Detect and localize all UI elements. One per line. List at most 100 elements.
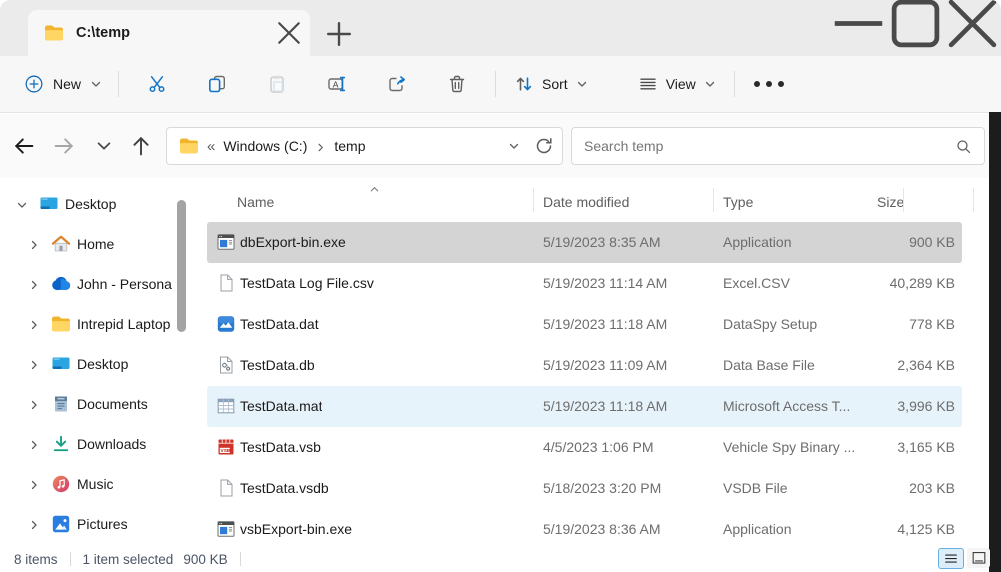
file-size: 3,996 KB	[897, 386, 955, 427]
file-row[interactable]: TestData.dat 5/19/2023 11:18 AM DataSpy Se…	[207, 304, 962, 345]
address-dropdown-icon[interactable]	[508, 140, 520, 152]
file-row[interactable]: TestData.db5/19/2023 11:09 AMData Base F…	[207, 345, 962, 386]
file-type: DataSpy Setup	[723, 304, 891, 345]
file-row[interactable]: dbExport-bin.exe5/19/2023 8:35 AMApplica…	[207, 222, 962, 263]
chevron-down-icon[interactable]	[16, 198, 28, 210]
folder-icon	[179, 136, 199, 156]
view-button-label: View	[666, 76, 696, 92]
search-box[interactable]	[571, 127, 985, 165]
column-header-name[interactable]: Name	[237, 194, 274, 210]
tab-close-icon[interactable]	[276, 20, 302, 46]
column-header-date-modified[interactable]: Date modified	[543, 194, 629, 210]
chevron-right-icon[interactable]	[28, 318, 40, 330]
column-divider[interactable]	[713, 188, 714, 212]
table-icon	[216, 396, 236, 416]
share-button[interactable]	[375, 64, 419, 104]
chevron-right-icon[interactable]	[28, 278, 40, 290]
view-button[interactable]: View	[628, 66, 726, 102]
database-icon	[216, 355, 236, 375]
file-date-modified: 5/19/2023 11:18 AM	[543, 304, 667, 345]
file-date-modified: 5/18/2023 3:20 PM	[543, 468, 661, 509]
file-row[interactable]: TestData.mat5/19/2023 11:18 AMMicrosoft …	[207, 386, 962, 427]
file-icon	[216, 478, 236, 498]
new-tab-button[interactable]	[326, 21, 352, 47]
file-date-modified: 5/19/2023 8:35 AM	[543, 222, 661, 263]
file-name: dbExport-bin.exe	[240, 222, 346, 263]
file-row[interactable]: TestData Log File.csv5/19/2023 11:14 AME…	[207, 263, 962, 304]
breadcrumb-windows-c[interactable]: Windows (C:)	[223, 138, 307, 154]
edit-buttons: A	[127, 64, 487, 104]
view-lines-icon	[638, 74, 658, 94]
file-name: TestData.dat	[240, 304, 319, 345]
close-button[interactable]	[944, 0, 1001, 46]
paste-button[interactable]	[255, 64, 299, 104]
copy-icon	[207, 74, 227, 94]
sidebar-item-john-persona[interactable]: John - Persona	[0, 264, 195, 304]
forward-button[interactable]	[52, 134, 76, 158]
column-header-type[interactable]: Type	[723, 194, 753, 210]
sort-ascending-icon	[369, 182, 380, 193]
search-input[interactable]	[584, 138, 955, 154]
status-divider	[70, 552, 71, 566]
sidebar-item-documents[interactable]: Documents	[0, 384, 195, 424]
up-button[interactable]	[129, 134, 153, 158]
recent-locations-button[interactable]	[92, 134, 116, 158]
file-date-modified: 4/5/2023 1:06 PM	[543, 427, 654, 468]
see-more-button[interactable]	[749, 64, 789, 104]
thumbnail-view-toggle[interactable]	[967, 548, 990, 568]
chevron-right-icon[interactable]	[28, 398, 40, 410]
copy-button[interactable]	[195, 64, 239, 104]
sort-button[interactable]: Sort	[504, 66, 598, 102]
details-view-toggle[interactable]	[938, 548, 964, 569]
share-icon	[387, 74, 407, 94]
desktop-icon	[51, 354, 71, 374]
sidebar-item-label: Music	[77, 464, 176, 504]
chevron-right-icon[interactable]	[28, 478, 40, 490]
rename-icon: A	[327, 74, 347, 94]
file-size: 40,289 KB	[890, 263, 955, 304]
file-row[interactable]: TestData.vsdb5/18/2023 3:20 PMVSDB File2…	[207, 468, 962, 509]
new-button[interactable]: New	[16, 66, 110, 102]
file-size: 3,165 KB	[897, 427, 955, 468]
chevron-right-icon[interactable]	[28, 518, 40, 530]
chevron-right-icon[interactable]	[28, 438, 40, 450]
minimize-button[interactable]	[830, 0, 887, 46]
cut-button[interactable]	[135, 64, 179, 104]
tab-c-temp[interactable]: C:\temp	[28, 10, 310, 56]
sidebar-item-home[interactable]: Home	[0, 224, 195, 264]
chevron-down-icon	[576, 78, 588, 90]
file-name: TestData.vsdb	[240, 468, 329, 509]
sidebar-item-pictures[interactable]: Pictures	[0, 504, 195, 544]
sidebar-item-desktop[interactable]: Desktop	[0, 344, 195, 384]
tab-title: C:\temp	[76, 25, 276, 41]
breadcrumb-overflow[interactable]: «	[207, 138, 215, 155]
delete-button[interactable]	[435, 64, 479, 104]
sidebar-item-music[interactable]: Music	[0, 464, 195, 504]
file-type: Vehicle Spy Binary ...	[723, 427, 891, 468]
file-list: Name Date modified Type Size dbExport-bi…	[195, 178, 989, 546]
sidebar-item-label: Home	[77, 224, 176, 264]
sidebar-item-desktop[interactable]: Desktop	[0, 184, 195, 224]
column-divider[interactable]	[973, 188, 974, 212]
sidebar-scrollbar[interactable]	[177, 200, 186, 332]
back-button[interactable]	[12, 134, 36, 158]
column-header-size[interactable]: Size	[877, 194, 904, 210]
file-rows: dbExport-bin.exe5/19/2023 8:35 AMApplica…	[207, 222, 962, 550]
folder-icon	[51, 314, 71, 334]
status-divider	[240, 552, 241, 566]
file-row[interactable]: VSBTestData.vsb4/5/2023 1:06 PMVehicle S…	[207, 427, 962, 468]
address-bar[interactable]: « Windows (C:) temp	[166, 127, 563, 165]
chevron-right-icon[interactable]	[28, 358, 40, 370]
sidebar-item-downloads[interactable]: Downloads	[0, 424, 195, 464]
chevron-right-icon[interactable]	[28, 238, 40, 250]
maximize-button[interactable]	[887, 0, 944, 46]
column-divider[interactable]	[903, 188, 904, 212]
column-divider[interactable]	[533, 188, 534, 212]
file-row[interactable]: vsbExport-bin.exe5/19/2023 8:36 AMApplic…	[207, 509, 962, 550]
file-type: Microsoft Access T...	[723, 386, 891, 427]
chevron-right-icon[interactable]	[315, 142, 326, 153]
refresh-icon[interactable]	[534, 136, 554, 156]
sidebar-item-intrepid-laptop[interactable]: Intrepid Laptop	[0, 304, 195, 344]
breadcrumb-temp[interactable]: temp	[334, 138, 365, 154]
rename-button[interactable]: A	[315, 64, 359, 104]
